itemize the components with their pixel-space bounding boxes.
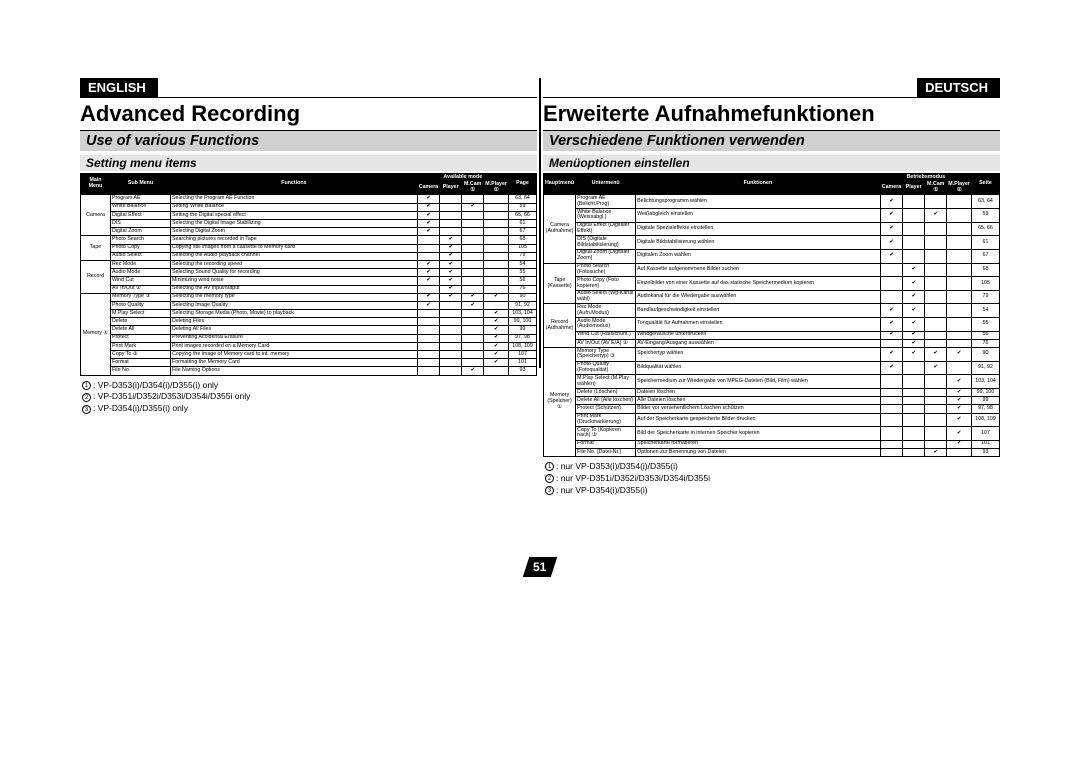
table-en: Main MenuSub MenuFunctionsAvailable mode… — [80, 173, 537, 376]
section-title-de: Verschiedene Funktionen verwenden — [543, 131, 1000, 151]
footnotes-de: 1: nur VP-D353(i)/D354(i)/D355(i)2: nur … — [543, 461, 1000, 497]
table-row: Delete All (Alle löschen)Alle Dateien lö… — [543, 397, 999, 405]
table-row: File No.File Naming Options✔93 — [81, 367, 537, 375]
chapter-title-en: Advanced Recording — [80, 97, 537, 131]
table-row: Digital Effect (Digitaler Effekt)Digital… — [543, 222, 999, 236]
table-row: Delete AllDeleting All Files✔99 — [81, 326, 537, 334]
footnotes-en: 1: VP-D353(i)/D354(i)/D355(i) only2: VP-… — [80, 380, 537, 416]
deutsch-column: DEUTSCH Erweiterte Aufnahmefunktionen Ve… — [543, 78, 1000, 763]
table-row: Wind CutMinimizing wind noise✔✔56 — [81, 277, 537, 285]
table-row: Digital ZoomSelecting Digital Zoom✔67 — [81, 228, 537, 236]
table-row: White BalanceSetting White Balance✔✔59 — [81, 203, 537, 211]
table-row: AV In/Out ②Selecting the AV input/output… — [81, 285, 537, 293]
table-row: ProtectPreventing Accidental Erasure✔97,… — [81, 334, 537, 342]
table-row: Digital EffectSetting the Digital specia… — [81, 211, 537, 219]
table-row: FormatFormatting the Memory Card✔101 — [81, 359, 537, 367]
table-row: Memory ①Memory Type ③Selecting the memor… — [81, 293, 537, 301]
table-row: TapePhoto SearchSearching pictures recor… — [81, 236, 537, 244]
chapter-title-de: Erweiterte Aufnahmefunktionen — [543, 97, 1000, 131]
table-row: White Balance (Weissabgl.)Weißabgleich e… — [543, 209, 999, 223]
table-row: Digital Zoom (Digitaler Zoom)Digitalen Z… — [543, 249, 999, 263]
table-row: Protect (Schützen)Bilder vor versehentli… — [543, 405, 999, 413]
table-row: Copy To (Kopieren nach) ③Bild der Speich… — [543, 427, 999, 441]
table-row: Record (Aufnahme)Rec Mode (Aufn.Modus)Ba… — [543, 304, 999, 318]
table-row: Photo Copy (Foto kopieren)Einzelbilder v… — [543, 277, 999, 291]
table-row: Memory (Speicher) ①Memory Type (Speicher… — [543, 348, 999, 362]
table-row: Photo CopyCopying still images from a ca… — [81, 244, 537, 252]
table-de: HauptmenüUntermenüFunktionenBetriebsmodu… — [543, 173, 1000, 457]
table-row: Audio Select (Wg-Kanal wähl)Audiokanal f… — [543, 290, 999, 304]
table-row: M.Play Select (M.Play wählen)Speichermed… — [543, 375, 999, 389]
table-row: CameraProgram AESelecting the Program AE… — [81, 195, 537, 203]
table-row: Audio ModeSelecting Sound Quality for re… — [81, 269, 537, 277]
table-row: AV In/Out (AV E/A) ②AV-Eingang/Ausgang a… — [543, 339, 999, 347]
table-row: File No. (Datei-Nr.)Optionen zur Benennu… — [543, 448, 999, 456]
table-row: Print Mark (Druckmarkierung)Auf der Spei… — [543, 413, 999, 427]
subtitle-en: Setting menu items — [80, 155, 537, 171]
table-row: Audio SelectSelecting the Audio playback… — [81, 252, 537, 260]
manual-page: ENGLISH Advanced Recording Use of variou… — [0, 0, 1080, 763]
table-row: Wind Cut (Rauschunt.)Windgeräusche unter… — [543, 331, 999, 339]
table-row: DISSelecting the Digital Image Stabilizi… — [81, 220, 537, 228]
table-row: Print MarkPrint images recorded on a Mem… — [81, 342, 537, 350]
subtitle-de: Menüoptionen einstellen — [543, 155, 1000, 171]
table-row: Photo QualitySelecting Image Quality✔✔91… — [81, 301, 537, 309]
column-divider — [539, 78, 541, 368]
table-row: DeleteDeleting Files✔99, 100 — [81, 318, 537, 326]
section-title-en: Use of various Functions — [80, 131, 537, 151]
page-number: 51 — [526, 557, 554, 577]
table-row: RecordRec ModeSelecting the recording sp… — [81, 260, 537, 268]
lang-label-en: ENGLISH — [80, 78, 158, 97]
table-row: Tape (Kassette)Photo Search (Fotosuche)A… — [543, 263, 999, 277]
table-row: FormatSpeicherkarte formatieren✔101 — [543, 440, 999, 448]
table-row: Delete (Löschen)Dateien löschen✔99, 100 — [543, 388, 999, 396]
table-row: M.Play SelectSelecting Storage Media (Ph… — [81, 310, 537, 318]
table-row: Copy To ③Copying the image of Memory car… — [81, 351, 537, 359]
lang-label-de: DEUTSCH — [917, 78, 1000, 97]
table-row: DIS (Digitale Bildstabilisierung)Digital… — [543, 236, 999, 250]
table-row: Photo Quality (Fotoqualität)Bildqualität… — [543, 361, 999, 375]
table-row: Camera (Aufnahme)Program AE (Belicht.Pro… — [543, 195, 999, 209]
table-row: Audio Mode (Audiomodus)Tonqualität für A… — [543, 318, 999, 332]
english-column: ENGLISH Advanced Recording Use of variou… — [80, 78, 537, 763]
